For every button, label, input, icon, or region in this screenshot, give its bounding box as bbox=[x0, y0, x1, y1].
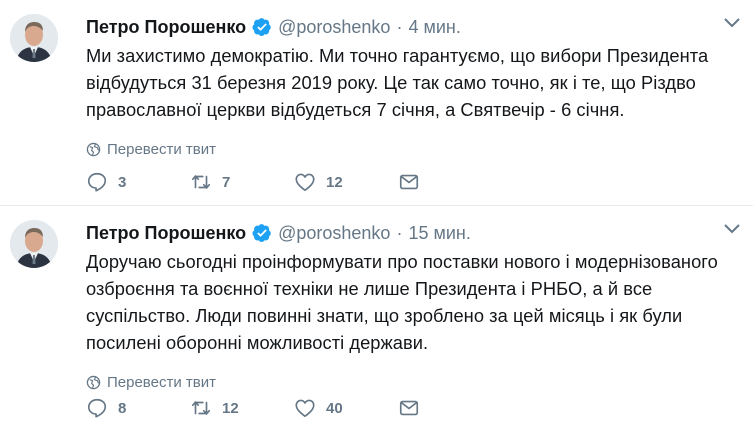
translate-label: Перевести твит bbox=[107, 140, 216, 158]
translate-link[interactable]: Перевести твит bbox=[86, 372, 743, 392]
separator-dot: · bbox=[396, 222, 403, 243]
author-handle[interactable]: @poroshenko bbox=[278, 223, 390, 244]
author-handle[interactable]: @poroshenko bbox=[278, 17, 390, 38]
reply-icon bbox=[87, 172, 107, 192]
direct-message-button[interactable] bbox=[398, 171, 502, 193]
like-button[interactable]: 12 bbox=[294, 171, 398, 193]
reply-count: 3 bbox=[118, 173, 127, 191]
reply-count: 8 bbox=[118, 399, 127, 417]
reply-icon bbox=[87, 398, 107, 418]
like-icon bbox=[295, 173, 315, 192]
tweet[interactable]: Петро Порошенко @poroshenko · 15 мин. До… bbox=[0, 206, 753, 432]
globe-icon bbox=[86, 375, 101, 389]
verified-badge-icon bbox=[252, 223, 272, 243]
retweet-icon bbox=[191, 401, 211, 415]
retweet-count: 7 bbox=[222, 173, 231, 191]
retweet-count: 12 bbox=[222, 399, 239, 417]
author-name[interactable]: Петро Порошенко bbox=[86, 223, 246, 244]
retweet-button[interactable]: 12 bbox=[190, 397, 294, 419]
author-name[interactable]: Петро Порошенко bbox=[86, 17, 246, 38]
avatar[interactable] bbox=[10, 220, 58, 268]
like-count: 40 bbox=[326, 399, 343, 417]
timestamp[interactable]: 15 мин. bbox=[408, 223, 470, 244]
direct-message-button[interactable] bbox=[398, 397, 502, 419]
reply-button[interactable]: 3 bbox=[86, 171, 190, 193]
chevron-down-icon[interactable] bbox=[723, 222, 741, 236]
translate-label: Перевести твит bbox=[107, 373, 216, 391]
separator-dot: · bbox=[396, 16, 403, 37]
avatar[interactable] bbox=[10, 14, 58, 62]
globe-icon bbox=[86, 142, 101, 156]
timestamp[interactable]: 4 мин. bbox=[408, 17, 460, 38]
direct-message-icon bbox=[399, 400, 419, 416]
tweet[interactable]: Петро Порошенко @poroshenko · 4 мин. Ми … bbox=[0, 0, 753, 206]
verified-badge-icon bbox=[252, 17, 272, 37]
tweet-text: Доручаю сьогодні проінформувати про пост… bbox=[86, 251, 718, 353]
like-button[interactable]: 40 bbox=[294, 397, 398, 419]
like-count: 12 bbox=[326, 173, 343, 191]
direct-message-icon bbox=[399, 174, 419, 190]
translate-link[interactable]: Перевести твит bbox=[86, 139, 743, 159]
retweet-button[interactable]: 7 bbox=[190, 171, 294, 193]
chevron-down-icon[interactable] bbox=[723, 16, 741, 30]
like-icon bbox=[295, 399, 315, 418]
retweet-icon bbox=[191, 175, 211, 189]
reply-button[interactable]: 8 bbox=[86, 397, 190, 419]
tweet-text: Ми захистимо демократію. Ми точно гарант… bbox=[86, 45, 709, 120]
